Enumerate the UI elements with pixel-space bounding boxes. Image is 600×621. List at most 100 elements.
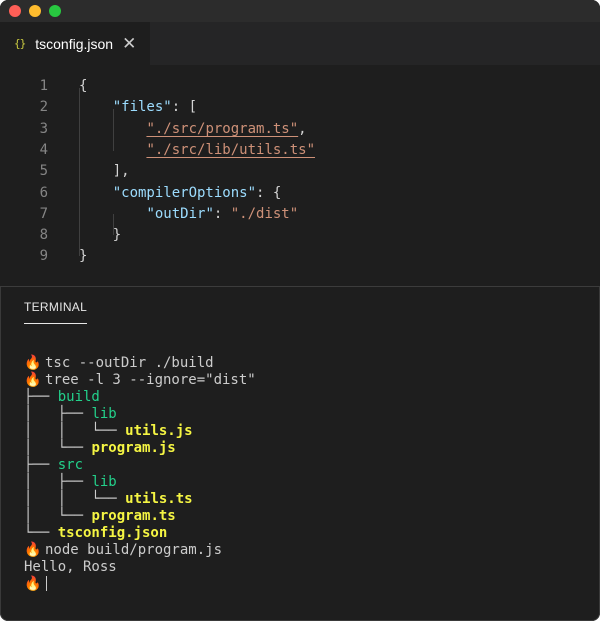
json-key: "compilerOptions" xyxy=(112,184,257,201)
line-code: "outDir": "./dist" xyxy=(79,204,298,225)
active-tab-indicator xyxy=(24,323,87,324)
tree-connector: │ └── xyxy=(24,508,92,524)
terminal-text: tsc --outDir ./build xyxy=(45,355,214,371)
terminal-line: │ │ └── utils.ts xyxy=(24,491,584,508)
line-number: 4 xyxy=(39,141,48,158)
tree-directory: build xyxy=(57,389,100,405)
tree-file: program.ts xyxy=(91,508,176,524)
tab-terminal[interactable]: TERMINAL xyxy=(24,300,87,314)
terminal-line: │ └── program.ts xyxy=(24,508,584,525)
json-punctuation: , xyxy=(298,120,307,137)
panel-divider xyxy=(0,286,600,287)
json-punctuation xyxy=(79,99,113,115)
close-window-button[interactable] xyxy=(9,5,21,17)
code-line[interactable]: 2 "files": [ xyxy=(0,97,600,118)
tree-file: program.js xyxy=(91,440,176,456)
title-bar xyxy=(0,0,600,22)
json-punctuation xyxy=(79,121,146,137)
terminal-text: tree -l 3 --ignore="dist" xyxy=(45,372,256,388)
tree-connector: │ └── xyxy=(24,440,92,456)
editor-window: {} tsconfig.json ✕ 1{2 "files": [3 "./sr… xyxy=(0,0,600,621)
code-line[interactable]: 5 ], xyxy=(0,161,600,182)
json-string[interactable]: "./src/lib/utils.ts" xyxy=(146,142,315,158)
line-code: "files": [ xyxy=(79,97,197,118)
line-code: ], xyxy=(79,161,130,182)
terminal-line: │ └── program.js xyxy=(24,440,584,457)
tree-directory: src xyxy=(57,457,84,473)
tree-file: utils.js xyxy=(125,423,193,439)
json-punctuation xyxy=(79,185,113,201)
code-editor[interactable]: 1{2 "files": [3 "./src/program.ts", 4 "./… xyxy=(0,65,600,286)
line-number: 9 xyxy=(39,248,48,265)
json-string: "./dist" xyxy=(230,205,299,222)
code-line[interactable]: 4 "./src/lib/utils.ts" xyxy=(0,140,600,161)
code-line[interactable]: 1{ xyxy=(0,76,600,97)
line-code: { xyxy=(79,76,87,97)
terminal-line: 🔥 node build/program.js xyxy=(24,542,584,559)
terminal-line: │ ├── lib xyxy=(24,474,584,491)
json-punctuation: : xyxy=(213,205,231,222)
code-line[interactable]: 8 } xyxy=(0,225,600,246)
line-code: "./src/program.ts", xyxy=(79,119,307,140)
json-punctuation: } xyxy=(79,227,122,244)
fire-prompt-icon: 🔥 xyxy=(24,542,42,558)
line-number: 1 xyxy=(39,78,48,94)
tree-directory: lib xyxy=(91,474,117,490)
terminal-line: │ │ └── utils.js xyxy=(24,423,584,440)
fire-prompt-icon: 🔥 xyxy=(24,576,42,592)
terminal-line: 🔥 xyxy=(24,576,584,593)
line-code: "./src/lib/utils.ts" xyxy=(79,140,315,161)
code-line[interactable]: 7 "outDir": "./dist" xyxy=(0,204,600,225)
terminal-line: └── tsconfig.json xyxy=(24,525,584,542)
fire-prompt-icon: 🔥 xyxy=(24,355,42,371)
line-code: } xyxy=(79,246,87,267)
terminal-text: Hello, Ross xyxy=(24,559,117,575)
tree-connector: │ │ └── xyxy=(24,491,126,507)
terminal-line: ├── build xyxy=(24,389,584,406)
close-icon[interactable]: ✕ xyxy=(122,35,136,52)
line-code: } xyxy=(79,225,121,246)
json-punctuation xyxy=(79,142,146,158)
fire-prompt-icon: 🔥 xyxy=(24,372,42,388)
line-number: 3 xyxy=(39,120,48,137)
json-file-icon: {} xyxy=(14,37,26,50)
tab-bar: {} tsconfig.json ✕ xyxy=(0,22,600,65)
terminal-line: Hello, Ross xyxy=(24,559,584,576)
zoom-window-button[interactable] xyxy=(49,5,61,17)
tree-connector: │ ├── xyxy=(24,406,92,422)
line-number: 8 xyxy=(39,227,48,244)
tab-label: tsconfig.json xyxy=(35,35,114,52)
tree-directory: lib xyxy=(91,406,117,422)
json-string[interactable]: "./src/program.ts" xyxy=(146,121,298,137)
minimize-window-button[interactable] xyxy=(29,5,41,17)
code-line[interactable]: 9} xyxy=(0,246,600,267)
json-key: "files" xyxy=(112,99,172,116)
json-punctuation: { xyxy=(79,78,88,94)
json-punctuation xyxy=(79,206,146,222)
tab-tsconfig[interactable]: {} tsconfig.json ✕ xyxy=(0,22,151,65)
line-number: 6 xyxy=(39,184,48,201)
json-punctuation: : [ xyxy=(171,99,198,116)
terminal-line: 🔥 tsc --outDir ./build xyxy=(24,355,584,372)
code-line[interactable]: 6 "compilerOptions": { xyxy=(0,183,600,204)
terminal-line: 🔥 tree -l 3 --ignore="dist" xyxy=(24,372,584,389)
line-number: 7 xyxy=(39,205,48,222)
tree-connector: ├── xyxy=(24,389,58,405)
line-number: 5 xyxy=(39,163,48,180)
terminal-text: node build/program.js xyxy=(45,542,223,558)
json-punctuation: : { xyxy=(256,184,282,201)
tree-connector: │ ├── xyxy=(24,474,92,490)
tree-file: tsconfig.json xyxy=(57,525,168,541)
terminal-line: ├── src xyxy=(24,457,584,474)
json-key: "outDir" xyxy=(146,205,214,222)
tree-connector: │ │ └── xyxy=(24,423,126,439)
json-punctuation: ], xyxy=(79,163,130,180)
tree-file: utils.ts xyxy=(125,491,193,507)
code-line[interactable]: 3 "./src/program.ts", xyxy=(0,119,600,140)
tree-connector: └── xyxy=(24,525,58,541)
tree-connector: ├── xyxy=(24,457,58,473)
terminal-line: │ ├── lib xyxy=(24,406,584,423)
json-punctuation: } xyxy=(79,248,88,265)
line-number: 2 xyxy=(39,99,48,116)
line-code: "compilerOptions": { xyxy=(79,183,282,204)
